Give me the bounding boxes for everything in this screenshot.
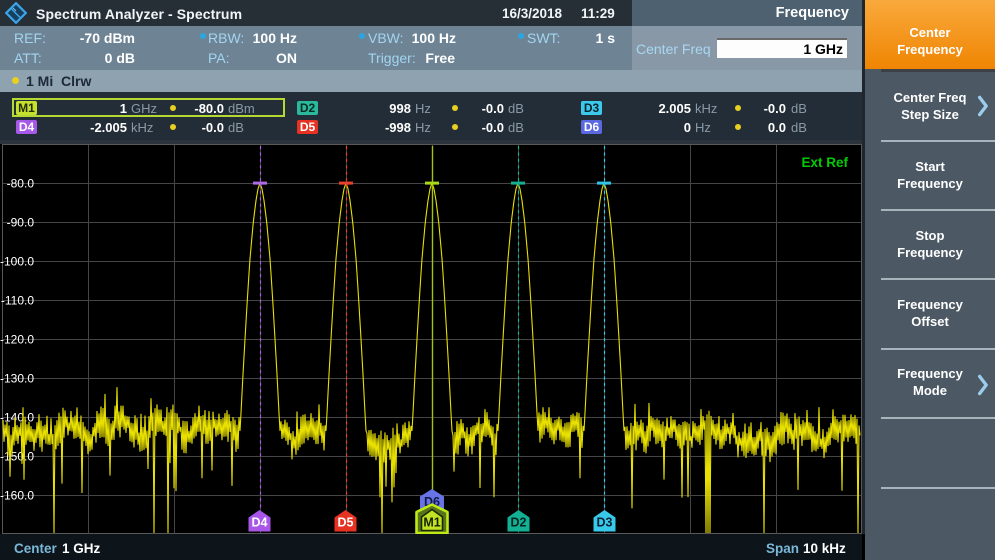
- svg-text:-80.0: -80.0: [7, 177, 35, 191]
- svg-text:D3: D3: [597, 516, 613, 530]
- svg-text:-90.0: -90.0: [7, 216, 35, 230]
- svg-text:D2: D2: [511, 516, 527, 530]
- svg-text:-160.0: -160.0: [0, 489, 34, 503]
- svg-text:-120.0: -120.0: [0, 333, 34, 347]
- svg-text:-150.0: -150.0: [0, 450, 34, 464]
- svg-text:D4: D4: [252, 516, 268, 530]
- svg-text:-110.0: -110.0: [1, 294, 34, 308]
- svg-text:Ext Ref: Ext Ref: [801, 155, 848, 170]
- svg-text:D5: D5: [338, 516, 354, 530]
- svg-text:-100.0: -100.0: [0, 255, 34, 269]
- svg-text:M1: M1: [423, 516, 440, 530]
- svg-text:-130.0: -130.0: [0, 372, 34, 386]
